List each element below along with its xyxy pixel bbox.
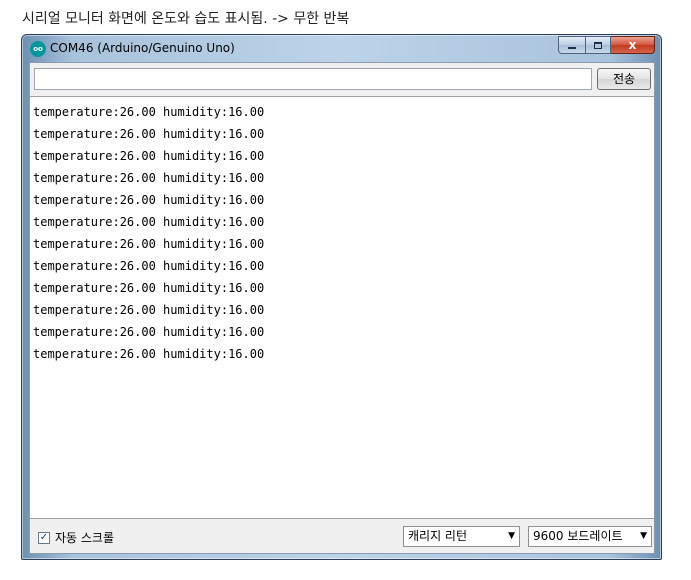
- maximize-button[interactable]: [585, 36, 611, 54]
- output-line: temperature:26.00 humidity:16.00: [33, 237, 265, 251]
- minimize-icon: [568, 47, 576, 49]
- output-line: temperature:26.00 humidity:16.00: [33, 303, 265, 317]
- window-controls: x: [558, 36, 655, 55]
- close-button[interactable]: x: [611, 36, 655, 54]
- status-bar: ✓ 자동 스크롤 캐리지 리턴 ▼ 9600 보드레이트 ▼: [30, 520, 654, 553]
- line-ending-select[interactable]: 캐리지 리턴 ▼: [403, 526, 520, 547]
- arduino-icon: oo: [30, 41, 46, 57]
- autoscroll-label: 자동 스크롤: [55, 531, 115, 545]
- output-line: temperature:26.00 humidity:16.00: [33, 149, 265, 163]
- output-line: temperature:26.00 humidity:16.00: [33, 347, 265, 361]
- output-line: temperature:26.00 humidity:16.00: [33, 171, 265, 185]
- serial-output[interactable]: temperature:26.00 humidity:16.00 tempera…: [30, 96, 654, 519]
- window-title: COM46 (Arduino/Genuino Uno): [50, 41, 235, 55]
- autoscroll-toggle[interactable]: ✓ 자동 스크롤: [38, 529, 114, 546]
- line-ending-value: 캐리지 리턴: [408, 529, 468, 543]
- output-line: temperature:26.00 humidity:16.00: [33, 105, 265, 119]
- baud-rate-value: 9600 보드레이트: [533, 529, 623, 543]
- close-icon: x: [628, 38, 637, 52]
- baud-rate-select[interactable]: 9600 보드레이트 ▼: [528, 526, 652, 547]
- serial-monitor-client: 전송 temperature:26.00 humidity:16.00 temp…: [29, 62, 655, 554]
- output-line: temperature:26.00 humidity:16.00: [33, 127, 265, 141]
- send-button[interactable]: 전송: [597, 68, 651, 90]
- page-caption: 시리얼 모니터 화면에 온도와 습도 표시됨. -> 무한 반복: [22, 11, 350, 27]
- minimize-button[interactable]: [558, 36, 585, 54]
- maximize-icon: [594, 41, 602, 49]
- output-line: temperature:26.00 humidity:16.00: [33, 215, 265, 229]
- output-line: temperature:26.00 humidity:16.00: [33, 325, 265, 339]
- chevron-down-icon: ▼: [508, 531, 515, 541]
- serial-monitor-window: oo COM46 (Arduino/Genuino Uno) x 전송 temp…: [21, 34, 662, 560]
- send-input[interactable]: [34, 68, 592, 90]
- autoscroll-checkbox[interactable]: ✓: [38, 531, 50, 544]
- output-line: temperature:26.00 humidity:16.00: [33, 259, 265, 273]
- output-line: temperature:26.00 humidity:16.00: [33, 281, 265, 295]
- output-line: temperature:26.00 humidity:16.00: [33, 193, 265, 207]
- chevron-down-icon: ▼: [640, 531, 647, 541]
- title-bar[interactable]: oo COM46 (Arduino/Genuino Uno) x: [22, 35, 661, 61]
